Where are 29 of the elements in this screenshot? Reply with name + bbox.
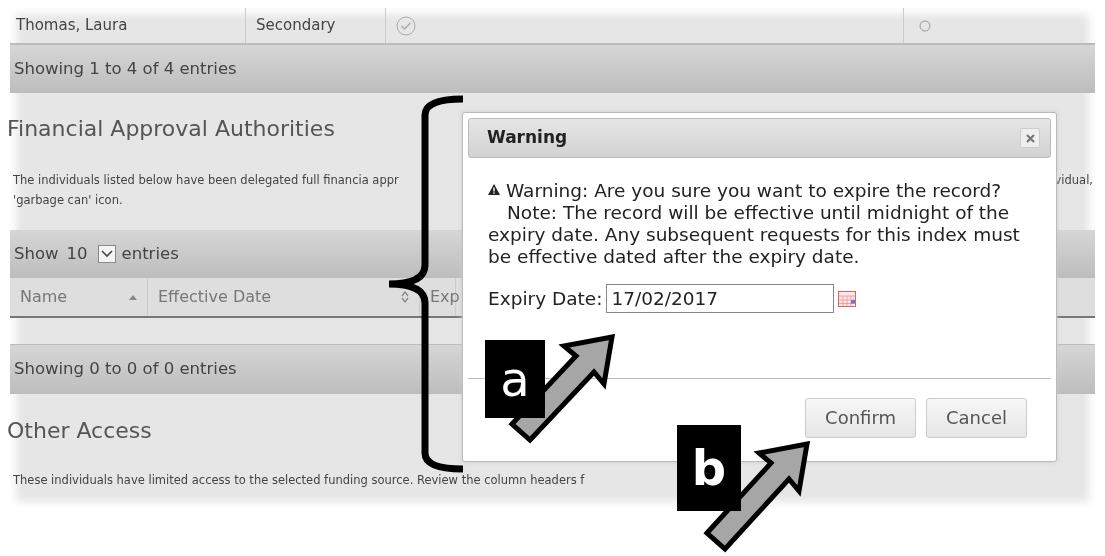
column-header[interactable]: Effective Date bbox=[148, 278, 420, 316]
section-heading: Other Access bbox=[7, 416, 152, 445]
section-description: These individuals have limited access to the selected funding source. Review the column headers f bbox=[12, 472, 585, 489]
dialog-title: Warning bbox=[487, 126, 568, 150]
table-info: Showing 1 to 4 of 4 entries bbox=[13, 57, 237, 80]
date-field[interactable]: 17/02/2017 bbox=[606, 284, 835, 313]
table-cell: Thomas, Laura bbox=[10, 8, 246, 43]
confirm-button[interactable]: Confirm bbox=[805, 397, 916, 438]
section-heading: Financial Approval Authorities bbox=[7, 115, 335, 143]
table-info: Showing 0 to 0 of 0 entries bbox=[13, 358, 237, 381]
page-length-select[interactable]: 10 bbox=[64, 241, 116, 267]
calendar-icon[interactable] bbox=[838, 290, 857, 307]
section-description: 'garbage can' icon. bbox=[12, 192, 123, 209]
warning-message: Warning: Are you sure you want to expire the record? bbox=[506, 180, 1002, 202]
close-button[interactable] bbox=[1020, 128, 1040, 148]
cancel-button[interactable]: Cancel bbox=[926, 397, 1027, 438]
radio-button[interactable] bbox=[919, 19, 931, 32]
section-description: The individuals listed below have been delegated full financia appr bbox=[12, 172, 399, 189]
annotation-label: a bbox=[485, 340, 545, 418]
column-header[interactable]: Name bbox=[10, 278, 148, 316]
warning-note: Note: The record will be effective until midnight of the expiry date. Any subsequent requests for this index must be effective dated after the expiry date. bbox=[488, 202, 1021, 268]
dropdown-icon[interactable] bbox=[97, 245, 116, 263]
warning-icon bbox=[488, 184, 500, 195]
table-cell: Secondary bbox=[246, 8, 386, 43]
length-label: entries bbox=[121, 242, 179, 265]
field-label: Expiry Date: bbox=[488, 287, 603, 310]
close-icon bbox=[1025, 133, 1035, 143]
length-label: Show bbox=[14, 242, 59, 265]
annotation-label: b bbox=[677, 425, 741, 511]
